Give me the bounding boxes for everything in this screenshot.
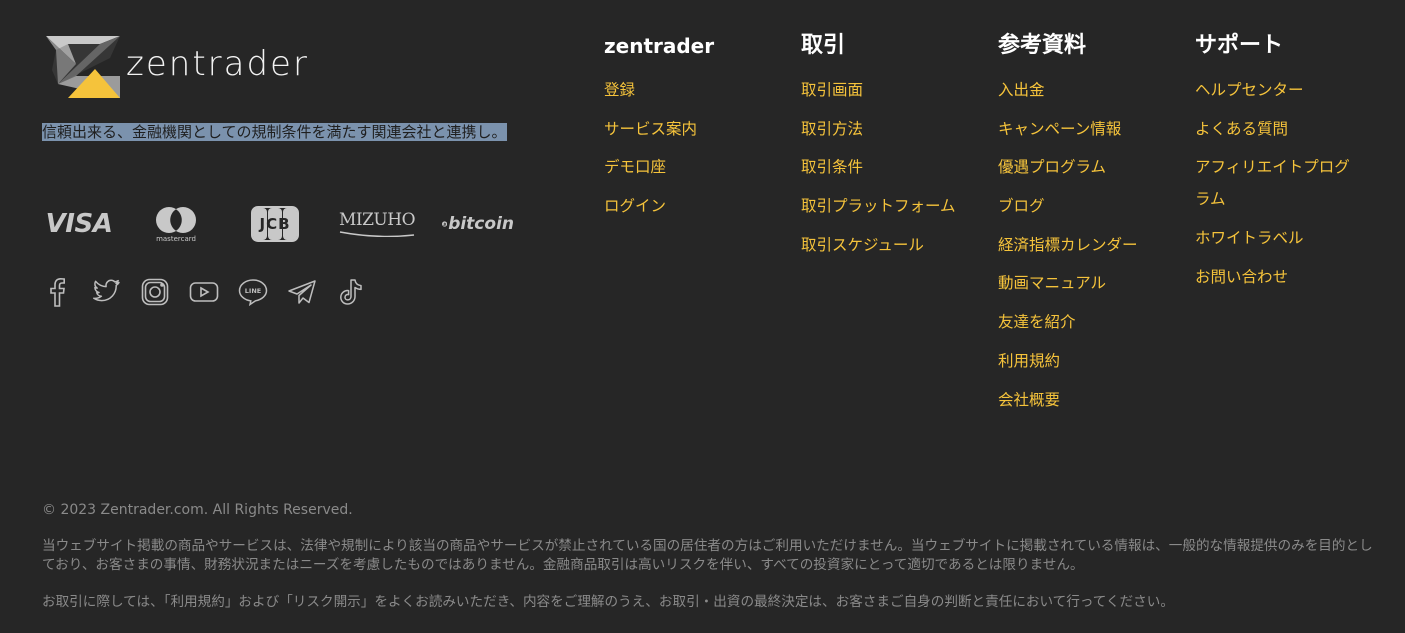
line-link[interactable]: LINE — [238, 276, 268, 308]
tagline: 信頼出来る、金融機関としての規制条件を満たす関連会社と連携し。 — [42, 120, 514, 145]
nav-link-trading-conditions[interactable]: 取引条件 — [801, 151, 981, 183]
disclaimer-residency: 当ウェブサイト掲載の商品やサービスは、法律や規制により該当の商品やサービスが禁止… — [42, 538, 1373, 573]
zentrader-logo-mark-icon — [46, 36, 120, 98]
nav-link-how-to-trade[interactable]: 取引方法 — [801, 113, 981, 145]
nav-link-services[interactable]: サービス案内 — [604, 113, 784, 145]
nav-column-trading: 取引 取引画面 取引方法 取引条件 取引プラットフォーム 取引スケジュール — [801, 30, 981, 267]
visa-logo: VISA — [45, 209, 113, 239]
nav-column-title: 取引 — [801, 33, 846, 58]
twitter-link[interactable] — [91, 276, 121, 308]
nav-link-affiliate-program[interactable]: アフィリエイトプログラム — [1195, 151, 1365, 215]
tagline-text: 信頼出来る、金融機関としての規制条件を満たす関連会社と連携し。 — [42, 123, 507, 141]
nav-link-white-label[interactable]: ホワイトラベル — [1195, 222, 1375, 254]
nav-column-resources: 参考資料 入出金 キャンペーン情報 優遇プログラム ブログ 経済指標カレンダー … — [998, 30, 1178, 422]
nav-link-faq[interactable]: よくある質問 — [1195, 113, 1375, 145]
nav-link-vip-program[interactable]: 優遇プログラム — [998, 151, 1178, 183]
nav-column-title: zentrader — [604, 34, 715, 58]
nav-link-campaigns[interactable]: キャンペーン情報 — [998, 113, 1178, 145]
jcb-logo: JCB — [250, 202, 300, 246]
zentrader-logo[interactable]: zentrader — [46, 36, 309, 98]
telegram-link[interactable] — [287, 276, 317, 308]
nav-link-trading-platform[interactable]: 取引プラットフォーム — [801, 190, 981, 222]
mastercard-icon — [156, 206, 196, 233]
nav-link-economic-calendar[interactable]: 経済指標カレンダー — [998, 229, 1178, 261]
nav-column-support: サポート ヘルプセンター よくある質問 アフィリエイトプログラム ホワイトラベル… — [1195, 30, 1375, 299]
facebook-icon — [50, 277, 65, 307]
telegram-icon — [288, 280, 316, 304]
nav-link-blog[interactable]: ブログ — [998, 190, 1178, 222]
nav-link-help-center[interactable]: ヘルプセンター — [1195, 74, 1375, 106]
nav-link-deposit-withdrawal[interactable]: 入出金 — [998, 74, 1178, 106]
mastercard-text: mastercard — [156, 234, 196, 243]
social-links: LINE — [42, 276, 385, 308]
nav-column-zentrader: zentrader 登録 サービス案内 デモ口座 ログイン — [604, 30, 784, 229]
bitcoin-logo: ₿ bitcoin — [442, 202, 514, 246]
line-icon: LINE — [238, 279, 268, 306]
nav-link-refer-friend[interactable]: 友達を紹介 — [998, 306, 1178, 338]
brand-name: zentrader — [126, 44, 309, 84]
instagram-icon — [141, 278, 169, 306]
nav-link-trading-screen[interactable]: 取引画面 — [801, 74, 981, 106]
instagram-link[interactable] — [140, 276, 170, 308]
facebook-link[interactable] — [42, 276, 72, 308]
youtube-icon — [189, 282, 219, 302]
nav-link-trading-schedule[interactable]: 取引スケジュール — [801, 229, 981, 261]
bitcoin-icon: ₿ — [442, 221, 448, 227]
nav-column-title: 参考資料 — [998, 33, 1087, 58]
nav-link-demo-account[interactable]: デモ口座 — [604, 151, 784, 183]
nav-column-title: サポート — [1195, 33, 1284, 58]
nav-link-terms[interactable]: 利用規約 — [998, 345, 1178, 377]
nav-link-register[interactable]: 登録 — [604, 74, 784, 106]
bitcoin-text: bitcoin — [448, 214, 514, 234]
youtube-link[interactable] — [189, 276, 219, 308]
tiktok-link[interactable] — [336, 276, 366, 308]
jcb-text: JCB — [259, 215, 291, 233]
mastercard-logo: mastercard — [150, 202, 202, 246]
nav-link-contact[interactable]: お問い合わせ — [1195, 261, 1375, 293]
payment-methods: VISA mastercard JCB MIZUHO ₿ bitcoin — [42, 202, 514, 246]
mizuho-swoosh-icon — [339, 231, 415, 237]
disclaimer-terms: お取引に際しては、「利用規約」および「リスク開示」をよくお読みいただき、内容をご… — [42, 594, 1174, 610]
nav-list: ヘルプセンター よくある質問 アフィリエイトプログラム ホワイトラベル お問い合… — [1195, 74, 1375, 293]
mizuho-text: MIZUHO — [338, 210, 416, 230]
nav-link-company-overview[interactable]: 会社概要 — [998, 384, 1178, 416]
copyright: © 2023 Zentrader.com. All Rights Reserve… — [42, 502, 353, 518]
tiktok-icon — [340, 279, 362, 305]
nav-link-video-manual[interactable]: 動画マニュアル — [998, 267, 1178, 299]
nav-list: 取引画面 取引方法 取引条件 取引プラットフォーム 取引スケジュール — [801, 74, 981, 261]
svg-text:LINE: LINE — [245, 287, 261, 295]
nav-link-login[interactable]: ログイン — [604, 190, 784, 222]
mizuho-logo: MIZUHO — [338, 202, 416, 246]
nav-list: 登録 サービス案内 デモ口座 ログイン — [604, 74, 784, 222]
twitter-icon — [93, 279, 120, 302]
nav-list: 入出金 キャンペーン情報 優遇プログラム ブログ 経済指標カレンダー 動画マニュ… — [998, 74, 1178, 416]
